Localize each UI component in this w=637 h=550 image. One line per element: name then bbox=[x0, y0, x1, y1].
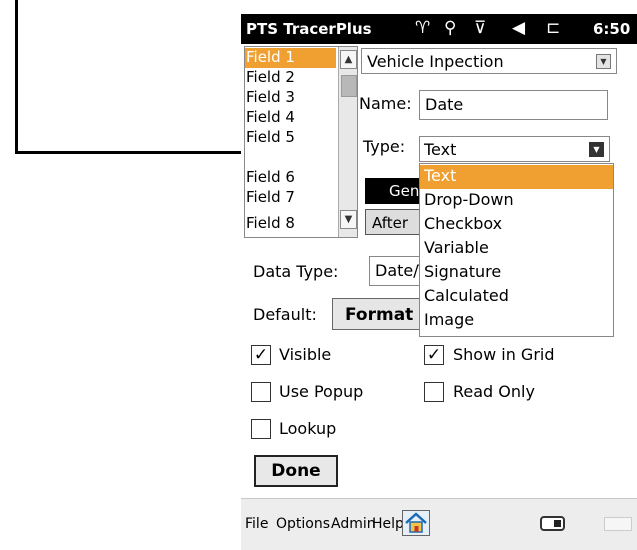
name-input[interactable]: Date bbox=[419, 90, 608, 120]
scroll-up-icon[interactable]: ▲ bbox=[340, 50, 357, 69]
type-select-value: Text bbox=[424, 140, 457, 159]
table-select-value: Vehicle Inpection bbox=[367, 52, 504, 71]
type-select[interactable]: Text ▼ bbox=[419, 136, 610, 162]
app-title: PTS TracerPlus bbox=[246, 20, 372, 38]
field-list-item[interactable]: Field 2 bbox=[245, 68, 336, 88]
device-screen: PTS TracerPlus ♈ ⚲ ⊽ ◀ ⊏ 6:50 Field 1 Fi… bbox=[241, 0, 637, 550]
menu-admin[interactable]: Admin bbox=[331, 516, 376, 532]
format-button[interactable]: Format bbox=[332, 298, 422, 330]
show-in-grid-label: Show in Grid bbox=[453, 345, 555, 364]
type-dropdown-list[interactable]: Text Drop-Down Checkbox Variable Signatu… bbox=[419, 163, 614, 337]
field-list-item[interactable]: Field 6 bbox=[245, 168, 336, 188]
menu-file[interactable]: File bbox=[245, 516, 268, 532]
type-label: Type: bbox=[363, 137, 406, 156]
list-scrollbar[interactable]: ▲ ▼ bbox=[338, 47, 357, 237]
input-panel-toggle-icon[interactable] bbox=[540, 516, 565, 531]
menu-options[interactable]: Options bbox=[276, 516, 330, 532]
battery-icon: ⊏ bbox=[546, 18, 561, 38]
menu-bar: File Options Admin Help bbox=[241, 498, 637, 550]
use-popup-label: Use Popup bbox=[279, 382, 364, 401]
type-option[interactable]: Variable bbox=[420, 237, 613, 261]
done-button[interactable]: Done bbox=[254, 455, 338, 487]
name-input-value: Date bbox=[425, 95, 464, 114]
scroll-down-icon[interactable]: ▼ bbox=[340, 210, 357, 229]
visible-checkbox[interactable]: ✓ bbox=[251, 345, 271, 365]
title-bar: PTS TracerPlus ♈ ⚲ ⊽ ◀ ⊏ 6:50 bbox=[241, 14, 637, 44]
annotation-arrow-vertical bbox=[15, 0, 18, 154]
field-list-item[interactable]: Field 3 bbox=[245, 88, 336, 108]
name-label: Name: bbox=[359, 94, 412, 113]
no-signal-icon: ⊽ bbox=[474, 18, 487, 38]
sync-icon: ⚲ bbox=[444, 18, 457, 38]
antenna-icon: ♈ bbox=[415, 18, 431, 38]
keyboard-icon[interactable] bbox=[604, 517, 632, 531]
chevron-down-icon[interactable]: ▼ bbox=[596, 54, 611, 69]
default-label: Default: bbox=[253, 305, 317, 324]
lookup-checkbox[interactable] bbox=[251, 419, 271, 439]
read-only-checkbox[interactable] bbox=[424, 382, 444, 402]
field-list-item[interactable]: Field 1 bbox=[245, 48, 336, 68]
type-option[interactable]: Image bbox=[420, 309, 613, 333]
type-option[interactable]: Checkbox bbox=[420, 213, 613, 237]
field-list-item[interactable]: Field 4 bbox=[245, 108, 336, 128]
type-option[interactable]: Drop-Down bbox=[420, 189, 613, 213]
home-icon[interactable] bbox=[402, 510, 430, 536]
show-in-grid-checkbox[interactable]: ✓ bbox=[424, 345, 444, 365]
clock[interactable]: 6:50 bbox=[593, 20, 630, 38]
type-option[interactable]: Text bbox=[420, 165, 613, 189]
table-select[interactable]: Vehicle Inpection ▼ bbox=[361, 48, 617, 74]
field-list-item[interactable]: Field 5 bbox=[245, 128, 336, 148]
visible-label: Visible bbox=[279, 345, 332, 364]
field-list-item[interactable]: Field 7 bbox=[245, 188, 336, 208]
scroll-thumb[interactable] bbox=[341, 75, 357, 97]
field-list-item[interactable]: Field 8 bbox=[245, 214, 336, 234]
after-button[interactable]: After bbox=[365, 209, 425, 235]
fields-listbox[interactable]: Field 1 Field 2 Field 3 Field 4 Field 5 … bbox=[244, 46, 358, 238]
use-popup-checkbox[interactable] bbox=[251, 382, 271, 402]
volume-icon[interactable]: ◀ bbox=[512, 18, 525, 38]
type-option[interactable]: Calculated bbox=[420, 285, 613, 309]
data-type-label: Data Type: bbox=[253, 262, 339, 281]
chevron-down-icon[interactable]: ▼ bbox=[589, 142, 604, 157]
read-only-label: Read Only bbox=[453, 382, 535, 401]
type-option[interactable]: Signature bbox=[420, 261, 613, 285]
menu-help[interactable]: Help bbox=[372, 516, 404, 532]
lookup-label: Lookup bbox=[279, 419, 337, 438]
